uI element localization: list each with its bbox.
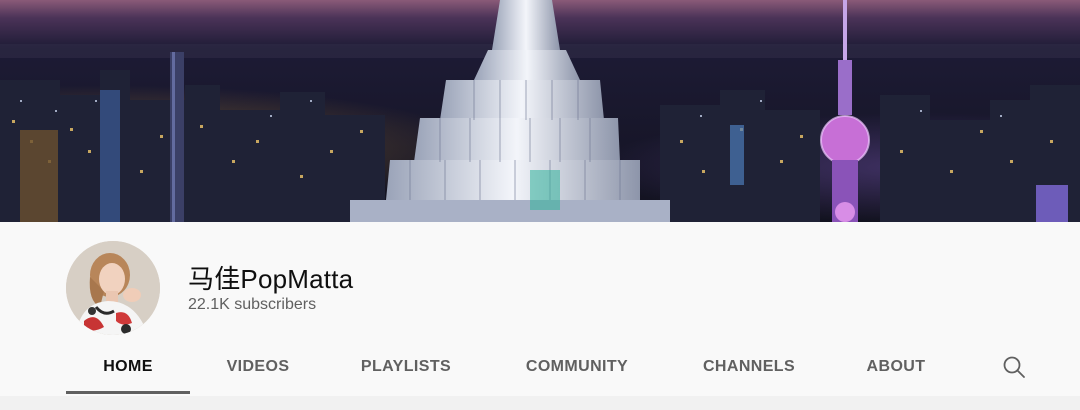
banner-image-city-skyline	[0, 0, 1080, 222]
tab-playlists[interactable]: PLAYLISTS	[344, 340, 468, 394]
content-area-top	[0, 396, 1080, 410]
active-tab-indicator	[66, 391, 190, 394]
channel-page: 马佳PopMatta 22.1K subscribers HOME VIDEOS…	[0, 0, 1080, 410]
channel-name: 马佳PopMatta	[188, 264, 354, 294]
channel-tabs: HOME VIDEOS PLAYLISTS COMMUNITY CHANNELS…	[0, 340, 1080, 396]
channel-avatar[interactable]	[66, 241, 160, 335]
tab-channels[interactable]: CHANNELS	[686, 340, 812, 394]
tab-videos[interactable]: VIDEOS	[212, 340, 304, 394]
tab-community[interactable]: COMMUNITY	[508, 340, 646, 394]
tab-home[interactable]: HOME	[66, 340, 190, 394]
avatar-image	[66, 241, 160, 335]
search-button[interactable]	[1000, 353, 1028, 381]
search-icon	[1003, 356, 1025, 378]
subscriber-count: 22.1K subscribers	[188, 296, 317, 313]
tab-about[interactable]: ABOUT	[852, 340, 940, 394]
channel-banner	[0, 0, 1080, 222]
